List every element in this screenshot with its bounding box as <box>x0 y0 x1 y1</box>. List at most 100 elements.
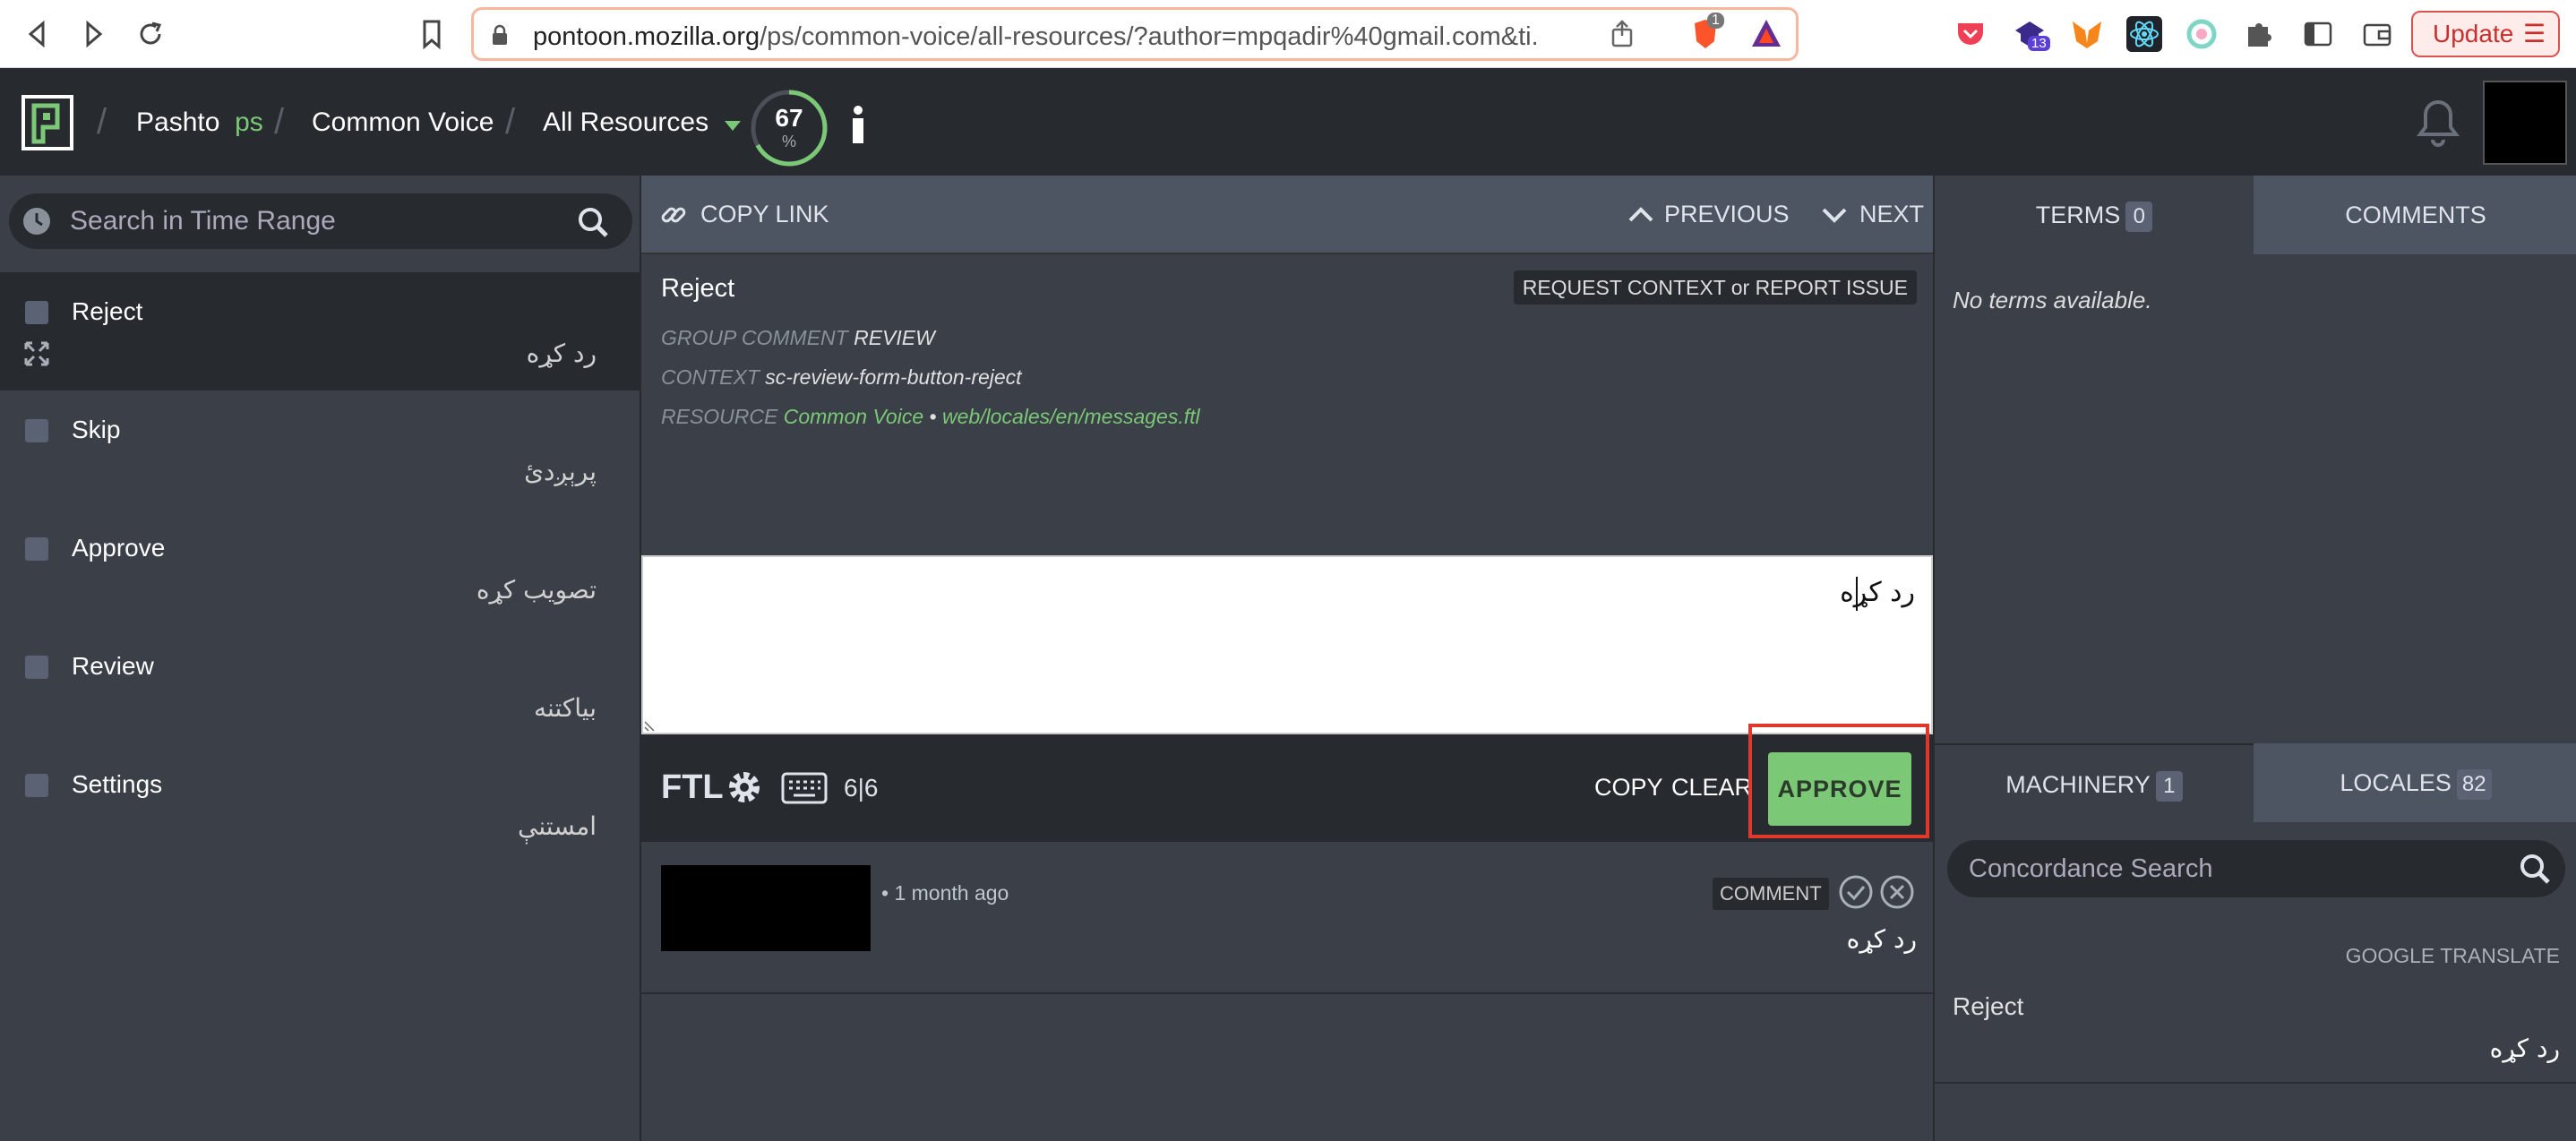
source-string: Reject <box>661 274 735 303</box>
breadcrumb-locale[interactable]: Pashto ps <box>136 107 263 138</box>
menu-icon: ☰ <box>2522 20 2546 47</box>
machinery-count: 1 <box>2155 770 2183 802</box>
history-translation: رد کړه <box>1846 924 1917 954</box>
breadcrumb-separator: / <box>274 102 285 142</box>
bookmark-icon[interactable] <box>414 16 450 52</box>
breadcrumb-separator: / <box>505 102 516 142</box>
forward-icon[interactable] <box>75 16 111 52</box>
x-circle-icon[interactable] <box>1879 874 1915 910</box>
lock-icon <box>492 24 508 45</box>
extension-icon[interactable]: 13 <box>2012 16 2050 52</box>
entity-checkbox[interactable] <box>25 419 48 442</box>
breadcrumb-separator: / <box>97 102 107 142</box>
tab-terms[interactable]: TERMS 0 <box>1935 176 2254 254</box>
tab-machinery[interactable]: MACHINERY 1 <box>1935 743 2254 822</box>
text-caret <box>1856 577 1858 611</box>
puzzle-icon[interactable] <box>2241 16 2277 52</box>
breadcrumb-resource[interactable]: All Resources <box>543 107 742 139</box>
sidebar-icon[interactable] <box>2300 16 2336 52</box>
breadcrumb-project[interactable]: Common Voice <box>312 107 494 138</box>
concordance-search-box <box>1947 840 2565 897</box>
entity-checkbox[interactable] <box>25 656 48 679</box>
comment-button[interactable]: COMMENT <box>1713 878 1829 910</box>
entity-translation: بیاکتنه <box>533 693 597 723</box>
ftl-toggle[interactable]: FTL <box>661 768 724 807</box>
brave-shield-icon[interactable]: 1 <box>1687 13 1724 52</box>
no-terms-message: No terms available. <box>1953 287 2152 313</box>
react-devtools-icon[interactable] <box>2126 16 2162 52</box>
chevron-up-icon[interactable] <box>1627 201 1655 229</box>
extension-icon[interactable] <box>2184 16 2220 52</box>
entity-item-review[interactable]: Review بیاکتنه <box>0 627 640 745</box>
keyboard-icon[interactable] <box>781 772 828 804</box>
previous-button[interactable]: PREVIOUS <box>1664 201 1790 228</box>
share-icon[interactable] <box>1607 18 1637 48</box>
info-icon[interactable] <box>849 104 867 145</box>
entity-translation: پرېږدئ <box>524 457 597 486</box>
link-icon[interactable] <box>659 201 688 229</box>
editor-navigation: COPY LINK PREVIOUS NEXT <box>641 176 1933 254</box>
check-circle-icon[interactable] <box>1838 874 1874 910</box>
divider <box>1935 1082 2576 1084</box>
search-icon[interactable] <box>577 206 609 238</box>
app-header: / Pashto ps / Common Voice / All Resourc… <box>0 68 2576 176</box>
concordance-search-input[interactable] <box>1969 850 2506 888</box>
machinery-translation[interactable]: رد کړه <box>2490 1034 2560 1063</box>
meta-resource: RESOURCE Common Voice • web/locales/en/m… <box>661 405 1200 428</box>
editor-panel: COPY LINK PREVIOUS NEXT Reject REQUEST C… <box>641 176 1933 1141</box>
entity-item-reject[interactable]: Reject رد کړه <box>0 272 640 390</box>
chevron-down-icon[interactable] <box>1820 201 1849 229</box>
progress-unit: % <box>781 133 796 150</box>
avatar[interactable] <box>2483 81 2567 165</box>
pocket-icon[interactable] <box>1953 16 1988 52</box>
translation-text: رد کړه <box>1840 577 1915 608</box>
request-context-button[interactable]: REQUEST CONTEXT or REPORT ISSUE <box>1513 270 1917 305</box>
entity-checkbox[interactable] <box>25 301 48 324</box>
brave-badge: 1 <box>1707 13 1724 29</box>
entity-source: Review <box>72 652 154 680</box>
meta-group-comment: GROUP COMMENT REVIEW <box>661 326 935 349</box>
address-bar[interactable]: pontoon.mozilla.org/ps/common-voice/all-… <box>471 7 1799 61</box>
search-icon[interactable] <box>2519 853 2551 885</box>
machinery-original: Reject <box>1953 992 2024 1020</box>
locales-count: 82 <box>2456 768 2492 800</box>
chevron-down-icon <box>725 108 742 139</box>
clock-icon[interactable] <box>21 206 52 236</box>
entity-translation: امستنې <box>518 811 597 841</box>
entity-sidebar: Reject رد کړه Skip پرېږدئ Approve تصويب … <box>0 176 641 1141</box>
tab-locales[interactable]: LOCALES 82 <box>2254 743 2576 822</box>
tab-comments[interactable]: COMMENTS <box>2254 176 2576 254</box>
entity-item-approve[interactable]: Approve تصويب کړه <box>0 509 640 627</box>
update-button[interactable]: Update ☰ <box>2411 11 2560 57</box>
clear-button[interactable]: CLEAR <box>1671 774 1752 802</box>
expand-icon[interactable] <box>23 340 50 367</box>
copy-button[interactable]: COPY <box>1594 774 1663 802</box>
entity-item-skip[interactable]: Skip پرېږدئ <box>0 390 640 509</box>
back-icon[interactable] <box>20 16 56 52</box>
meta-context: CONTEXT sc-review-form-button-reject <box>661 365 1022 389</box>
translation-textarea[interactable]: رد کړه <box>641 555 1933 734</box>
entity-item-settings[interactable]: Settings امستنې <box>0 745 640 863</box>
reload-icon[interactable] <box>133 16 168 52</box>
entity-checkbox[interactable] <box>25 537 48 561</box>
metamask-icon[interactable] <box>2069 16 2105 52</box>
bell-icon[interactable] <box>2415 97 2461 149</box>
copy-link-button[interactable]: COPY LINK <box>700 201 829 228</box>
entity-source: Reject <box>72 297 143 325</box>
pontoon-logo[interactable] <box>21 95 73 150</box>
wallet-icon[interactable] <box>2359 16 2395 52</box>
resource-path-link[interactable]: web/locales/en/messages.ftl <box>942 405 1200 428</box>
search-input[interactable] <box>70 202 554 240</box>
entity-checkbox[interactable] <box>25 774 48 797</box>
char-count: 6|6 <box>844 774 879 802</box>
avatar <box>661 865 871 951</box>
resize-handle[interactable] <box>643 716 659 733</box>
brave-rewards-icon[interactable] <box>1748 16 1784 52</box>
approve-button[interactable]: APPROVE <box>1768 752 1911 826</box>
gear-icon[interactable] <box>724 767 765 808</box>
next-button[interactable]: NEXT <box>1859 201 1924 228</box>
url-text: pontoon.mozilla.org/ps/common-voice/all-… <box>533 22 1536 51</box>
progress-value: 67 <box>775 104 803 132</box>
resource-project-link[interactable]: Common Voice <box>784 405 923 428</box>
terms-count: 0 <box>2125 201 2153 232</box>
